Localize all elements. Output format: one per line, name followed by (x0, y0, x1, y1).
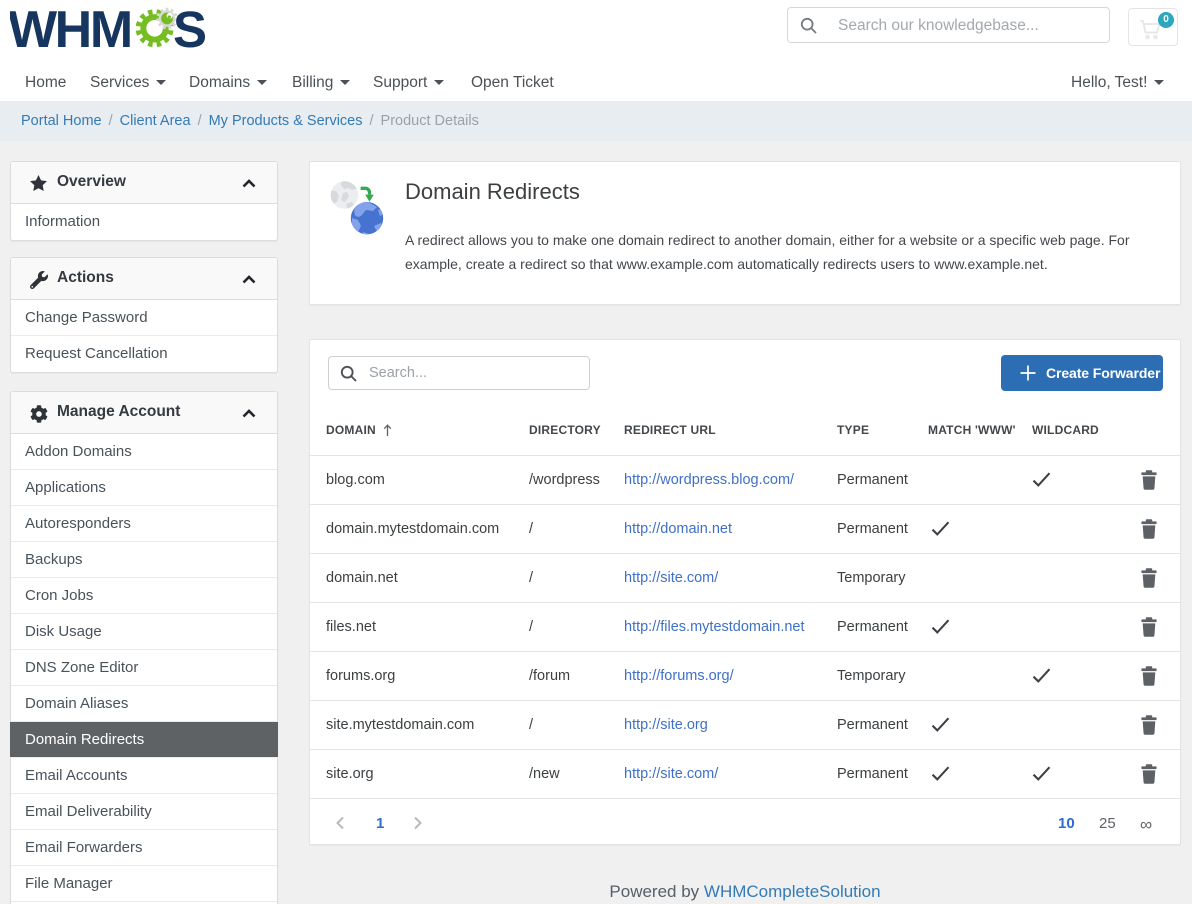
svg-text:S: S (173, 6, 207, 58)
svg-text:WHM: WHM (10, 6, 131, 59)
